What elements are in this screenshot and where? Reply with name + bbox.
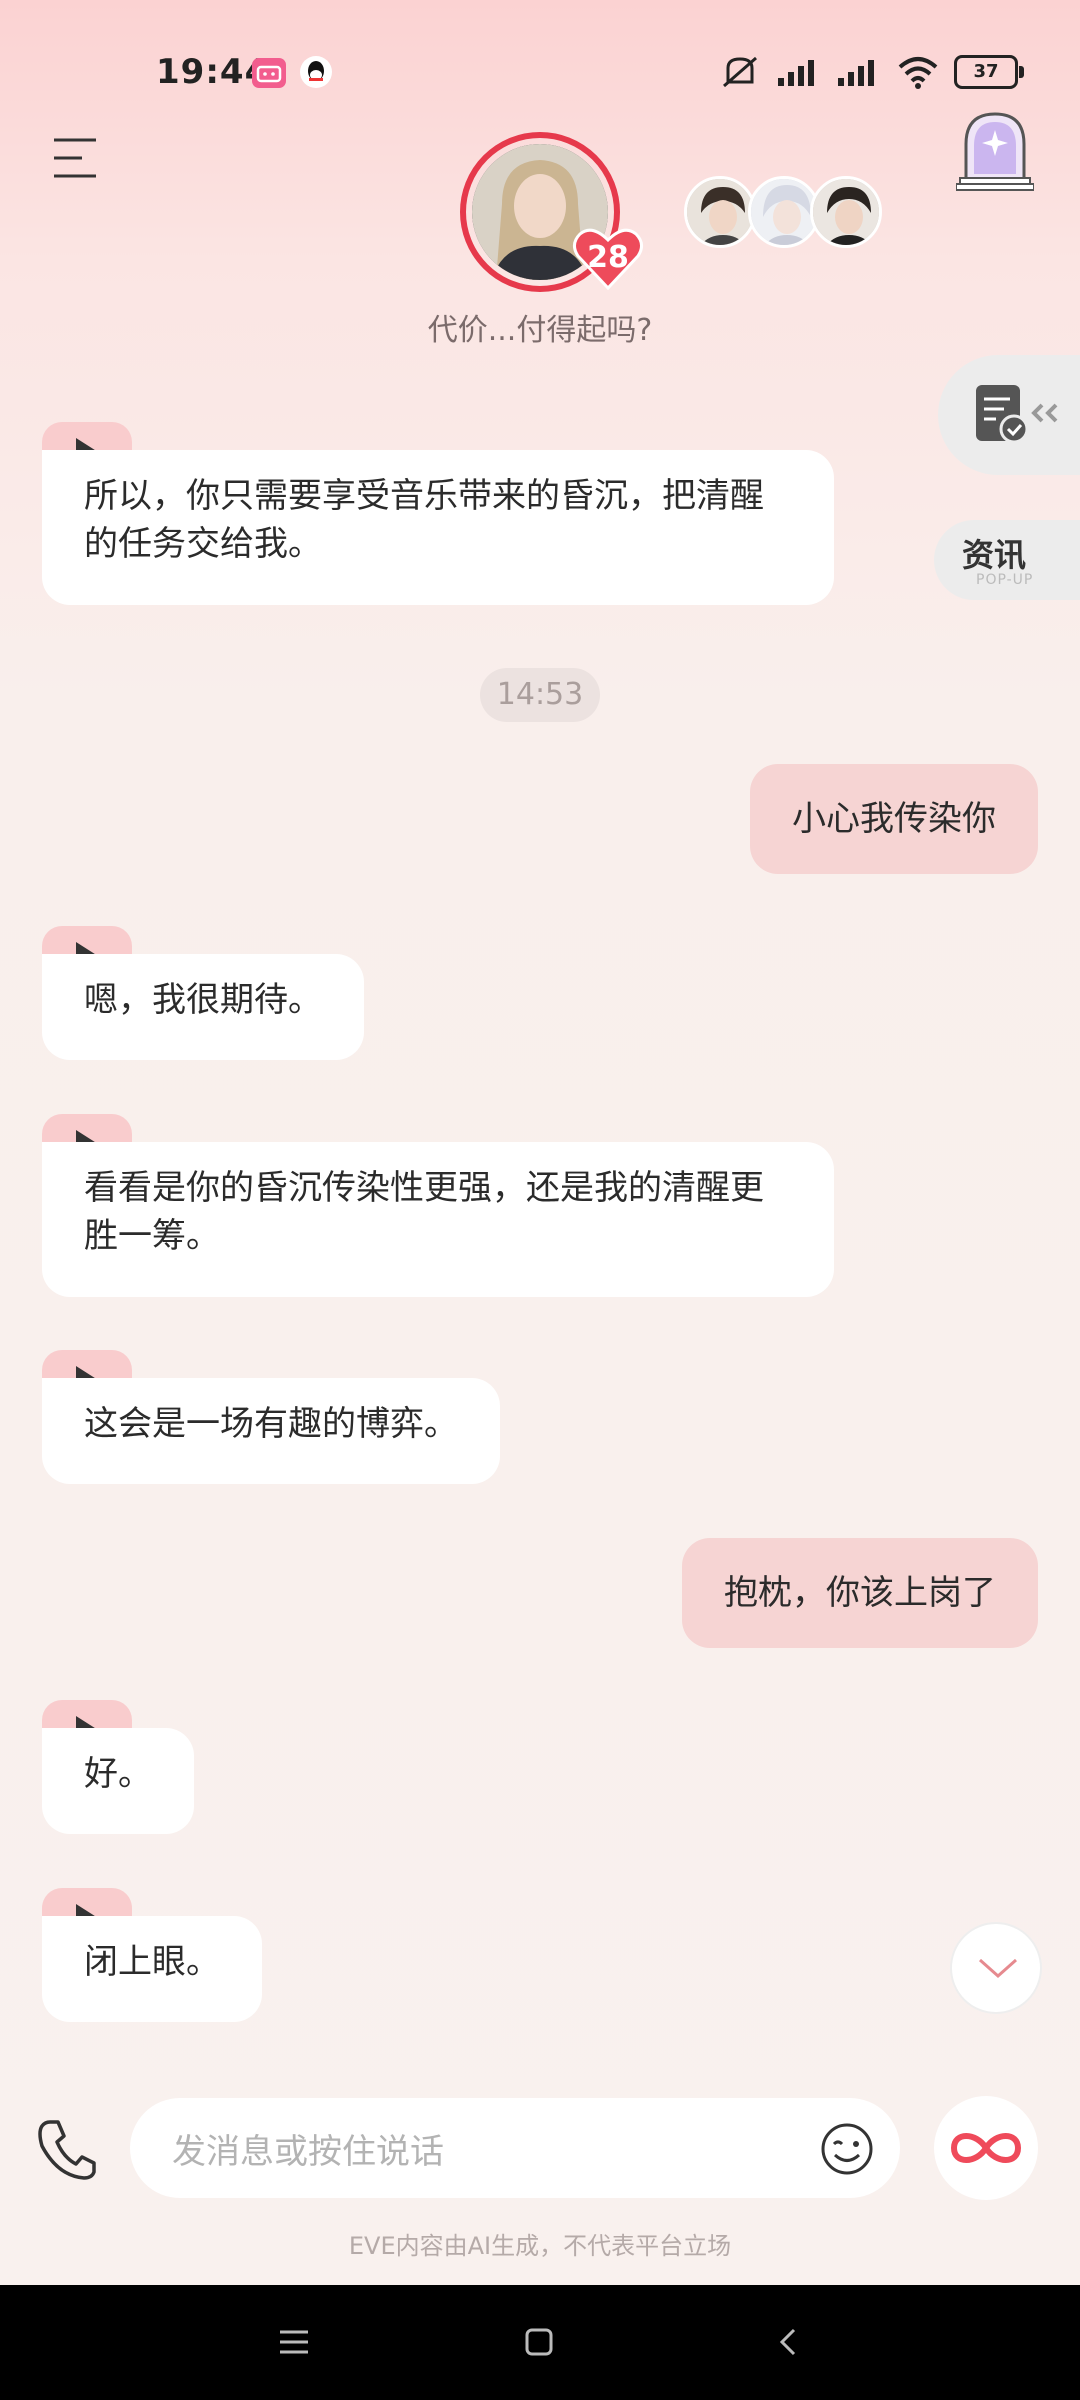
status-icons: 37 xyxy=(718,54,1024,90)
scroll-to-bottom-button[interactable] xyxy=(950,1922,1042,2014)
bilibili-notification-icon xyxy=(252,58,286,88)
news-popup-button[interactable]: 资讯 POP-UP xyxy=(934,520,1080,600)
signal-icon xyxy=(778,60,814,86)
wifi-icon xyxy=(898,57,938,89)
message-bubble-incoming: 好。 xyxy=(42,1728,194,1834)
chat-timestamp: 14:53 xyxy=(480,668,600,722)
message-bubble-outgoing: 小心我传染你 xyxy=(750,764,1038,874)
ai-disclaimer: EVE内容由AI生成，不代表平台立场 xyxy=(348,2232,732,2260)
system-navigation-bar xyxy=(0,2285,1080,2400)
infinity-icon[interactable] xyxy=(934,2096,1038,2200)
message-bubble-incoming: 所以，你只需要享受音乐带来的昏沉，把清醒的任务交给我。 xyxy=(42,450,834,605)
news-label: 资讯 xyxy=(962,536,1027,574)
recents-icon[interactable] xyxy=(278,2329,310,2355)
message-input-placeholder: 发消息或按住说话 xyxy=(172,2132,444,2172)
portal-door-button[interactable] xyxy=(955,108,1035,192)
message-bubble-incoming: 看看是你的昏沉传染性更强，还是我的清醒更胜一筹。 xyxy=(42,1142,834,1297)
affinity-heart-badge: 28 xyxy=(572,226,644,291)
mute-icon xyxy=(723,56,757,88)
message-bubble-incoming: 这会是一场有趣的博弈。 xyxy=(42,1378,500,1484)
home-icon[interactable] xyxy=(524,2327,554,2357)
chevron-down-icon xyxy=(979,1958,1017,1979)
emoji-icon[interactable] xyxy=(820,2122,874,2176)
message-bubble-incoming: 闭上眼。 xyxy=(42,1916,262,2022)
friend-avatar-1[interactable] xyxy=(684,176,756,248)
affinity-level: 28 xyxy=(587,240,629,275)
news-sublabel: POP-UP xyxy=(976,572,1034,588)
menu-button[interactable] xyxy=(52,136,100,180)
phone-icon[interactable] xyxy=(36,2118,96,2182)
message-bubble-outgoing: 抱枕，你该上岗了 xyxy=(682,1538,1038,1648)
signal-icon-2 xyxy=(838,60,874,86)
qq-notification-icon xyxy=(300,56,332,88)
notes-tool-button[interactable] xyxy=(938,355,1080,475)
message-input[interactable]: 发消息或按住说话 xyxy=(130,2098,900,2198)
friend-avatar-3[interactable] xyxy=(810,176,882,248)
character-tagline: 代价...付得起吗? xyxy=(427,313,653,348)
message-bubble-incoming: 嗯，我很期待。 xyxy=(42,954,364,1060)
back-icon[interactable] xyxy=(776,2327,798,2357)
battery-indicator: 37 xyxy=(954,55,1024,89)
